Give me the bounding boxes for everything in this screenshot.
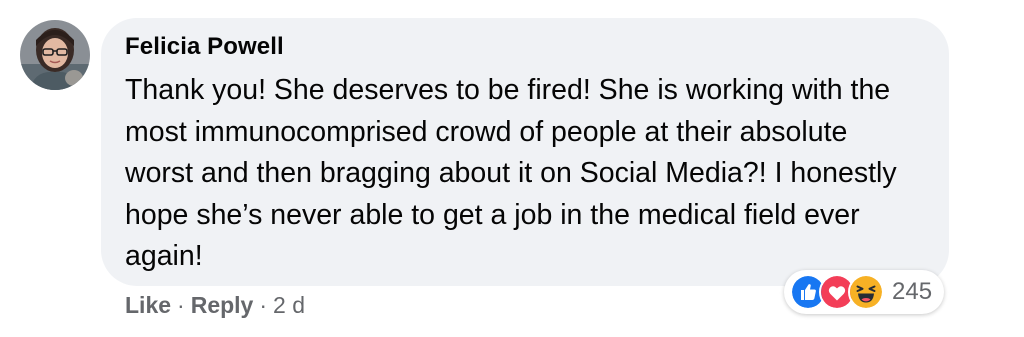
comment-text: Thank you! She deserves to be fired! She…	[125, 74, 897, 272]
avatar[interactable]	[20, 20, 90, 90]
comment-timestamp[interactable]: 2 d	[273, 292, 305, 319]
comment-author[interactable]: Felicia Powell	[125, 33, 284, 61]
reply-button[interactable]: Reply	[191, 292, 254, 319]
like-button[interactable]: Like	[125, 292, 171, 319]
reaction-count: 245	[892, 278, 933, 305]
separator: ·	[177, 292, 185, 318]
profile-photo	[20, 20, 90, 90]
comment-actions: Like · Reply · 2 d	[125, 292, 305, 319]
haha-icon	[848, 274, 884, 310]
reaction-summary[interactable]: 245	[784, 270, 945, 314]
comment-bubble: Felicia Powell Thank you! She deserves t…	[101, 18, 949, 286]
separator: ·	[259, 292, 268, 318]
reaction-icons	[790, 274, 884, 310]
